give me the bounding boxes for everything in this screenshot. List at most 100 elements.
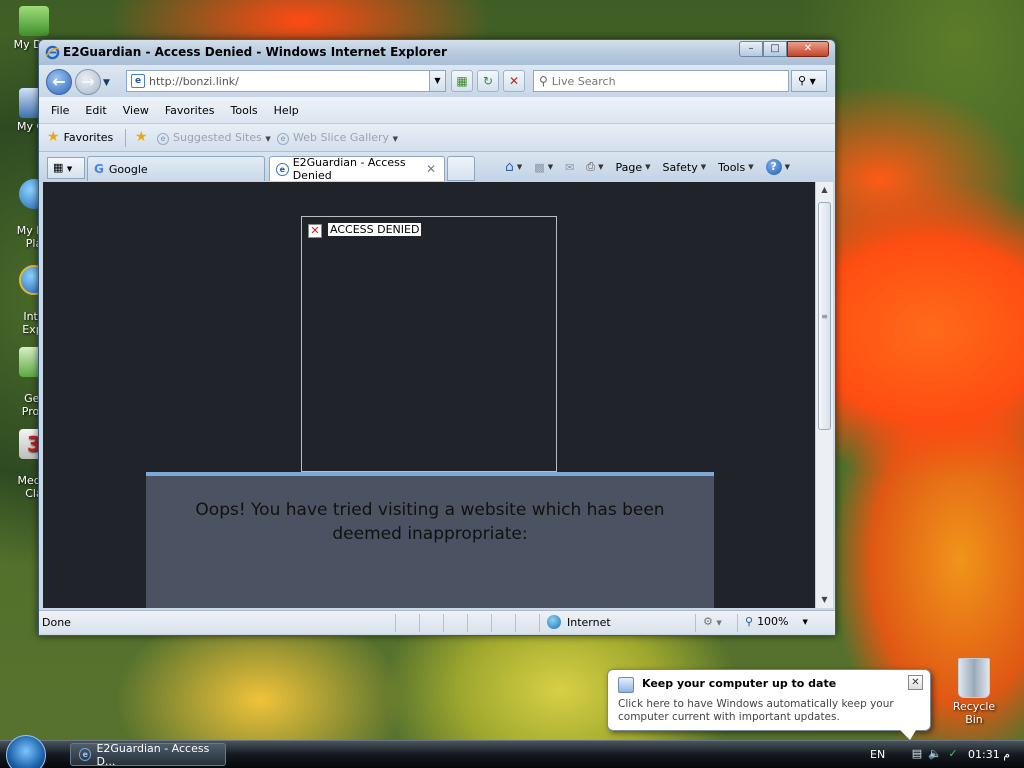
zoom-level[interactable]: ⚲ 100% ▼ [745,615,808,628]
ie-page-icon: e [79,748,92,761]
title-bar[interactable]: E2Guardian - Access Denied - Windows Int… [39,40,835,65]
favorites-button[interactable]: ★ Favorites [47,129,113,145]
update-notification[interactable]: Keep your computer up to date Click here… [607,669,931,740]
new-tab-button[interactable] [447,156,475,181]
command-bar: ⌂ ▼ ▩ ▼ ✉ ⎙ ▼ Page ▼ Safety ▼ Tools ▼ ? ▼ [505,159,802,175]
help-icon: ? [765,159,782,175]
volume-icon[interactable]: 🔈 [928,747,942,761]
network-icon[interactable]: ▤ [910,747,924,761]
recent-pages-dropdown[interactable]: ▼ [103,78,110,88]
feeds-button[interactable]: ▩ ▼ [534,161,553,174]
menu-help[interactable]: Help [274,104,299,117]
folder-icon [19,6,49,36]
favorites-bar: ★ Favorites ★ e Suggested Sites ▼ e Web Sl… [39,123,835,151]
dropdown-arrow-icon: ▼ [748,163,754,171]
recycle-bin-label: Recycle Bin [952,700,996,726]
add-to-favorites-bar-icon[interactable]: ★ [135,129,148,145]
menu-tools[interactable]: Tools [231,104,258,117]
page-menu-button[interactable]: Page ▼ [616,161,651,174]
taskbar: e E2Guardian - Access D... EN ▤ 🔈 ✓ 01:3… [0,735,1024,768]
status-bar: Done Internet ⚙ ▼ ⚲ 100% ▼ [39,610,835,634]
vertical-scrollbar[interactable]: ▲ ≡ ▼ [815,182,833,608]
window-controls: – □ ✕ [739,41,829,57]
window-title: E2Guardian - Access Denied - Windows Int… [63,45,447,59]
notification-close-button[interactable]: ✕ [908,675,923,690]
status-separator [539,614,540,632]
address-toolbar: ← → ▼ e ▼ ▦ ↻ ✕ ⚲ ⚲ ▼ [39,65,835,97]
broken-image-icon: ✕ [308,224,322,238]
dropdown-arrow-icon: ▼ [716,619,722,627]
quick-tabs-button[interactable]: ▦ ▼ [47,157,85,179]
status-separator [443,614,444,632]
status-separator [695,614,696,632]
stop-button[interactable]: ✕ [503,70,525,92]
ie-page-icon: e [277,133,289,145]
status-separator [491,614,492,632]
page-menu-label: Page [615,160,643,174]
security-zone-label: Internet [567,615,611,629]
address-bar[interactable]: e ▼ [126,70,446,92]
lock-icon: ⚙ [703,615,713,628]
recycle-bin-icon [958,658,990,698]
desktop-icon-recycle-bin[interactable]: Recycle Bin [944,658,1004,726]
status-text: Done [42,616,71,629]
printer-icon: ⎙ [586,160,596,173]
tab-label: Google [108,162,148,176]
compatibility-view-button[interactable]: ▦ [451,70,473,92]
ie-window: E2Guardian - Access Denied - Windows Int… [38,39,836,636]
safety-menu-button[interactable]: Safety ▼ [663,161,707,174]
safety-menu-label: Safety [662,160,698,174]
print-button[interactable]: ⎙ ▼ [586,160,603,174]
search-box[interactable]: ⚲ [533,70,789,92]
start-button[interactable] [6,735,46,768]
tab-bar: ▦ ▼ G Google e E2Guardian - Access Denie… [39,151,835,182]
favorites-item-suggested-sites[interactable]: e Suggested Sites ▼ [157,131,271,145]
address-input[interactable] [149,74,419,88]
menu-edit[interactable]: Edit [85,104,106,117]
taskbar-item-ie[interactable]: e E2Guardian - Access D... [70,741,226,768]
minimize-button[interactable]: – [739,41,763,57]
tools-menu-button[interactable]: Tools ▼ [718,161,754,174]
clock[interactable]: 01:31 م [968,748,1010,761]
dropdown-arrow-icon: ▼ [392,135,398,143]
search-options-arrow-icon: ▼ [809,77,816,86]
close-tab-icon[interactable]: ✕ [426,162,436,176]
zoom-level-label: 100% [757,615,789,628]
menu-view[interactable]: View [123,104,149,117]
back-button[interactable]: ← [46,69,72,95]
favorites-separator [125,129,126,147]
taskbar-item-label: E2Guardian - Access D... [96,741,210,768]
menu-favorites[interactable]: Favorites [165,104,215,117]
scroll-up-arrow-icon[interactable]: ▲ [816,182,833,198]
read-mail-button[interactable]: ✉ [565,161,574,174]
broken-image-frame: ✕ ACCESS DENIED [301,216,557,472]
favorites-item-web-slice-gallery[interactable]: e Web Slice Gallery ▼ [277,131,398,145]
security-shield-icon[interactable]: ✓ [946,747,960,761]
favorites-label: Favorites [63,130,114,144]
search-icon: ⚲ [539,74,548,88]
system-tray: EN ▤ 🔈 ✓ 01:31 م [862,741,1024,768]
page-icon: e [131,74,145,88]
ie-logo-icon [45,45,60,60]
quick-tabs-icon: ▦ [53,161,64,174]
refresh-button[interactable]: ↻ [477,70,499,92]
protected-mode-button[interactable]: ⚙ ▼ [703,615,722,628]
globe-icon [547,615,561,629]
menu-file[interactable]: File [51,104,69,117]
scroll-down-arrow-icon[interactable]: ▼ [816,592,833,608]
search-input[interactable] [551,74,772,88]
home-button[interactable]: ⌂ ▼ [505,159,522,175]
address-dropdown-button[interactable]: ▼ [429,71,445,91]
tab-e2guardian-access-denied[interactable]: e E2Guardian - Access Denied ✕ [269,156,445,182]
search-button[interactable]: ⚲ ▼ [791,70,827,92]
language-indicator[interactable]: EN [870,748,885,761]
tab-google[interactable]: G Google [87,156,265,181]
scrollbar-thumb[interactable]: ≡ [818,202,831,430]
security-zone[interactable]: Internet [547,615,611,629]
forward-button[interactable]: → [75,69,101,95]
help-button[interactable]: ? ▼ [765,159,790,175]
maximize-button[interactable]: □ [763,41,787,57]
ie-page-icon: e [157,133,169,145]
dropdown-arrow-icon: ▼ [265,135,271,143]
close-button[interactable]: ✕ [787,41,829,57]
